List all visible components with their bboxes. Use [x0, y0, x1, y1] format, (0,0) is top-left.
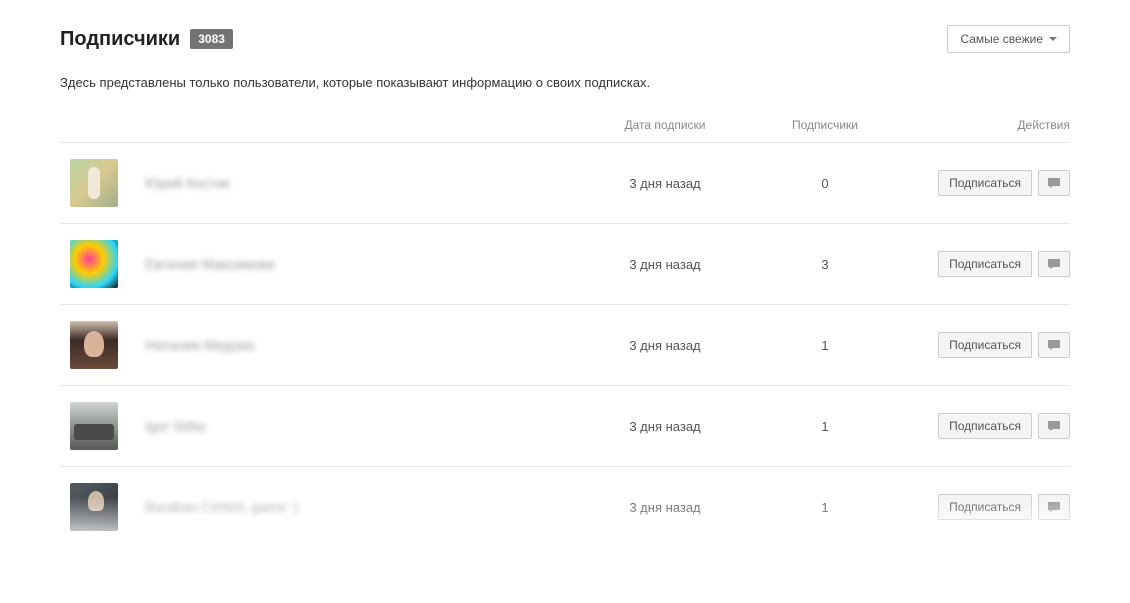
subscribers-count: 3: [821, 257, 828, 272]
date-cell: 3 дня назад: [580, 419, 750, 434]
avatar-cell: [60, 240, 145, 288]
subscribe-date: 3 дня назад: [629, 500, 700, 515]
avatar[interactable]: [70, 483, 118, 531]
subs-cell: 3: [750, 257, 900, 272]
message-button[interactable]: [1038, 170, 1070, 196]
avatar[interactable]: [70, 321, 118, 369]
table-row: Barabas CANAL game :) 3 дня назад 1 Подписа…: [60, 466, 1070, 547]
avatar-cell: [60, 483, 145, 531]
avatar[interactable]: [70, 240, 118, 288]
user-name-link[interactable]: Наталия Медова: [145, 337, 254, 353]
chevron-down-icon: [1049, 37, 1057, 41]
subscribers-page: Подписчики 3083 Самые свежие Здесь предс…: [0, 0, 1130, 547]
name-cell: Евгения Максимова: [145, 256, 580, 272]
table-row: Наталия Медова 3 дня назад 1 Подписаться: [60, 304, 1070, 385]
avatar-cell: [60, 402, 145, 450]
subscribe-date: 3 дня назад: [629, 338, 700, 353]
message-icon: [1047, 420, 1061, 432]
table-row: Юрий Костик 3 дня назад 0 Подписаться: [60, 142, 1070, 223]
subscribers-count: 1: [821, 419, 828, 434]
subs-cell: 1: [750, 419, 900, 434]
sort-dropdown[interactable]: Самые свежие: [947, 25, 1070, 53]
avatar[interactable]: [70, 159, 118, 207]
count-badge: 3083: [190, 29, 233, 49]
date-cell: 3 дня назад: [580, 500, 750, 515]
subs-cell: 1: [750, 500, 900, 515]
message-icon: [1047, 177, 1061, 189]
subs-cell: 1: [750, 338, 900, 353]
subscribe-button[interactable]: Подписаться: [938, 413, 1032, 439]
page-title: Подписчики: [60, 28, 180, 51]
actions-cell: Подписаться: [900, 413, 1070, 439]
title-wrap: Подписчики 3083: [60, 28, 233, 51]
rows-container: Юрий Костик3 дня назад0ПодписатьсяЕвгени…: [60, 142, 1070, 547]
actions-cell: Подписаться: [900, 251, 1070, 277]
name-cell: Юрий Костик: [145, 175, 580, 191]
date-cell: 3 дня назад: [580, 176, 750, 191]
user-name-link[interactable]: Igor Sirbu: [145, 418, 206, 434]
subscribers-count: 1: [821, 338, 828, 353]
message-button[interactable]: [1038, 413, 1070, 439]
name-cell: Barabas CANAL game :): [145, 499, 580, 515]
subscribe-button[interactable]: Подписаться: [938, 170, 1032, 196]
message-button[interactable]: [1038, 332, 1070, 358]
subscribe-button[interactable]: Подписаться: [938, 494, 1032, 520]
actions-cell: Подписаться: [900, 332, 1070, 358]
subscribe-date: 3 дня назад: [629, 257, 700, 272]
avatar[interactable]: [70, 402, 118, 450]
user-name-link[interactable]: Евгения Максимова: [145, 256, 275, 272]
message-button[interactable]: [1038, 494, 1070, 520]
col-subs-header: Подписчики: [750, 118, 900, 132]
actions-cell: Подписаться: [900, 494, 1070, 520]
actions-cell: Подписаться: [900, 170, 1070, 196]
message-icon: [1047, 501, 1061, 513]
name-cell: Igor Sirbu: [145, 418, 580, 434]
date-cell: 3 дня назад: [580, 257, 750, 272]
col-actions-header: Действия: [900, 118, 1070, 132]
subscribers-count: 1: [821, 500, 828, 515]
columns-header: Дата подписки Подписчики Действия: [60, 118, 1070, 142]
user-name-link[interactable]: Barabas CANAL game :): [145, 499, 299, 515]
description-text: Здесь представлены только пользователи, …: [60, 75, 1070, 90]
table-row: Евгения Максимова 3 дня назад 3 Подписаться: [60, 223, 1070, 304]
name-cell: Наталия Медова: [145, 337, 580, 353]
table-row: Igor Sirbu 3 дня назад 1 Подписаться: [60, 385, 1070, 466]
subscribe-button[interactable]: Подписаться: [938, 251, 1032, 277]
subscribe-date: 3 дня назад: [629, 419, 700, 434]
subscribers-count: 0: [821, 176, 828, 191]
header-row: Подписчики 3083 Самые свежие: [60, 25, 1070, 53]
subs-cell: 0: [750, 176, 900, 191]
user-name-link[interactable]: Юрий Костик: [145, 175, 230, 191]
subscribe-date: 3 дня назад: [629, 176, 700, 191]
avatar-cell: [60, 159, 145, 207]
message-icon: [1047, 258, 1061, 270]
subscribe-button[interactable]: Подписаться: [938, 332, 1032, 358]
message-icon: [1047, 339, 1061, 351]
sort-label: Самые свежие: [960, 32, 1043, 46]
message-button[interactable]: [1038, 251, 1070, 277]
col-date-header: Дата подписки: [580, 118, 750, 132]
date-cell: 3 дня назад: [580, 338, 750, 353]
avatar-cell: [60, 321, 145, 369]
